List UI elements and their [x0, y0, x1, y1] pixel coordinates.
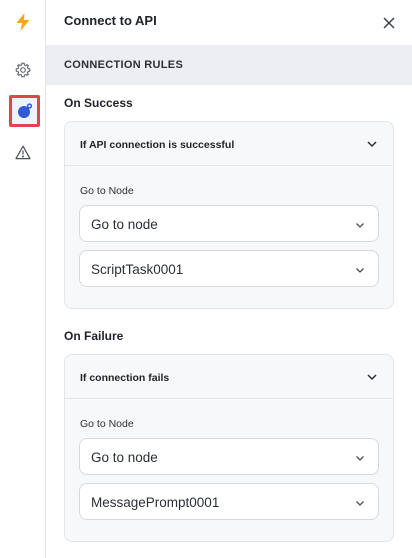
- section-header: CONNECTION RULES: [46, 45, 412, 85]
- failure-rule-toggle[interactable]: If connection fails: [65, 355, 393, 399]
- panel-title: Connect to API: [64, 13, 157, 28]
- failure-node-select[interactable]: MessagePrompt0001: [79, 483, 379, 520]
- chevron-down-icon: [356, 268, 364, 273]
- on-failure-heading: On Failure: [64, 329, 124, 343]
- api-node-icon[interactable]: [9, 95, 40, 127]
- chevron-down-icon: [356, 501, 364, 506]
- lightning-icon[interactable]: [9, 8, 37, 36]
- failure-field-label: Go to Node: [80, 418, 134, 430]
- warning-icon[interactable]: [9, 138, 37, 166]
- gear-icon[interactable]: [9, 56, 37, 84]
- success-rule-card: If API connection is successful Go to No…: [64, 121, 394, 309]
- success-node-type-select[interactable]: Go to node: [79, 205, 379, 242]
- panel-header: Connect to API: [46, 0, 412, 45]
- failure-node-type-select[interactable]: Go to node: [79, 438, 379, 475]
- failure-node-type-value: Go to node: [91, 450, 158, 465]
- success-node-type-value: Go to node: [91, 217, 158, 232]
- chevron-down-icon: [367, 374, 377, 381]
- chevron-down-icon: [356, 456, 364, 461]
- success-rule-title: If API connection is successful: [80, 139, 235, 151]
- section-title: CONNECTION RULES: [64, 59, 184, 71]
- icon-rail: [0, 0, 46, 558]
- success-rule-toggle[interactable]: If API connection is successful: [65, 122, 393, 166]
- failure-rule-card: If connection fails Go to Node Go to nod…: [64, 354, 394, 542]
- success-node-select[interactable]: ScriptTask0001: [79, 250, 379, 287]
- failure-node-value: MessagePrompt0001: [91, 495, 220, 510]
- on-success-heading: On Success: [64, 96, 133, 110]
- chevron-down-icon: [356, 223, 364, 228]
- chevron-down-icon: [367, 141, 377, 148]
- success-node-value: ScriptTask0001: [91, 262, 184, 277]
- close-icon[interactable]: [380, 14, 398, 32]
- failure-rule-title: If connection fails: [80, 372, 170, 384]
- success-field-label: Go to Node: [80, 185, 134, 197]
